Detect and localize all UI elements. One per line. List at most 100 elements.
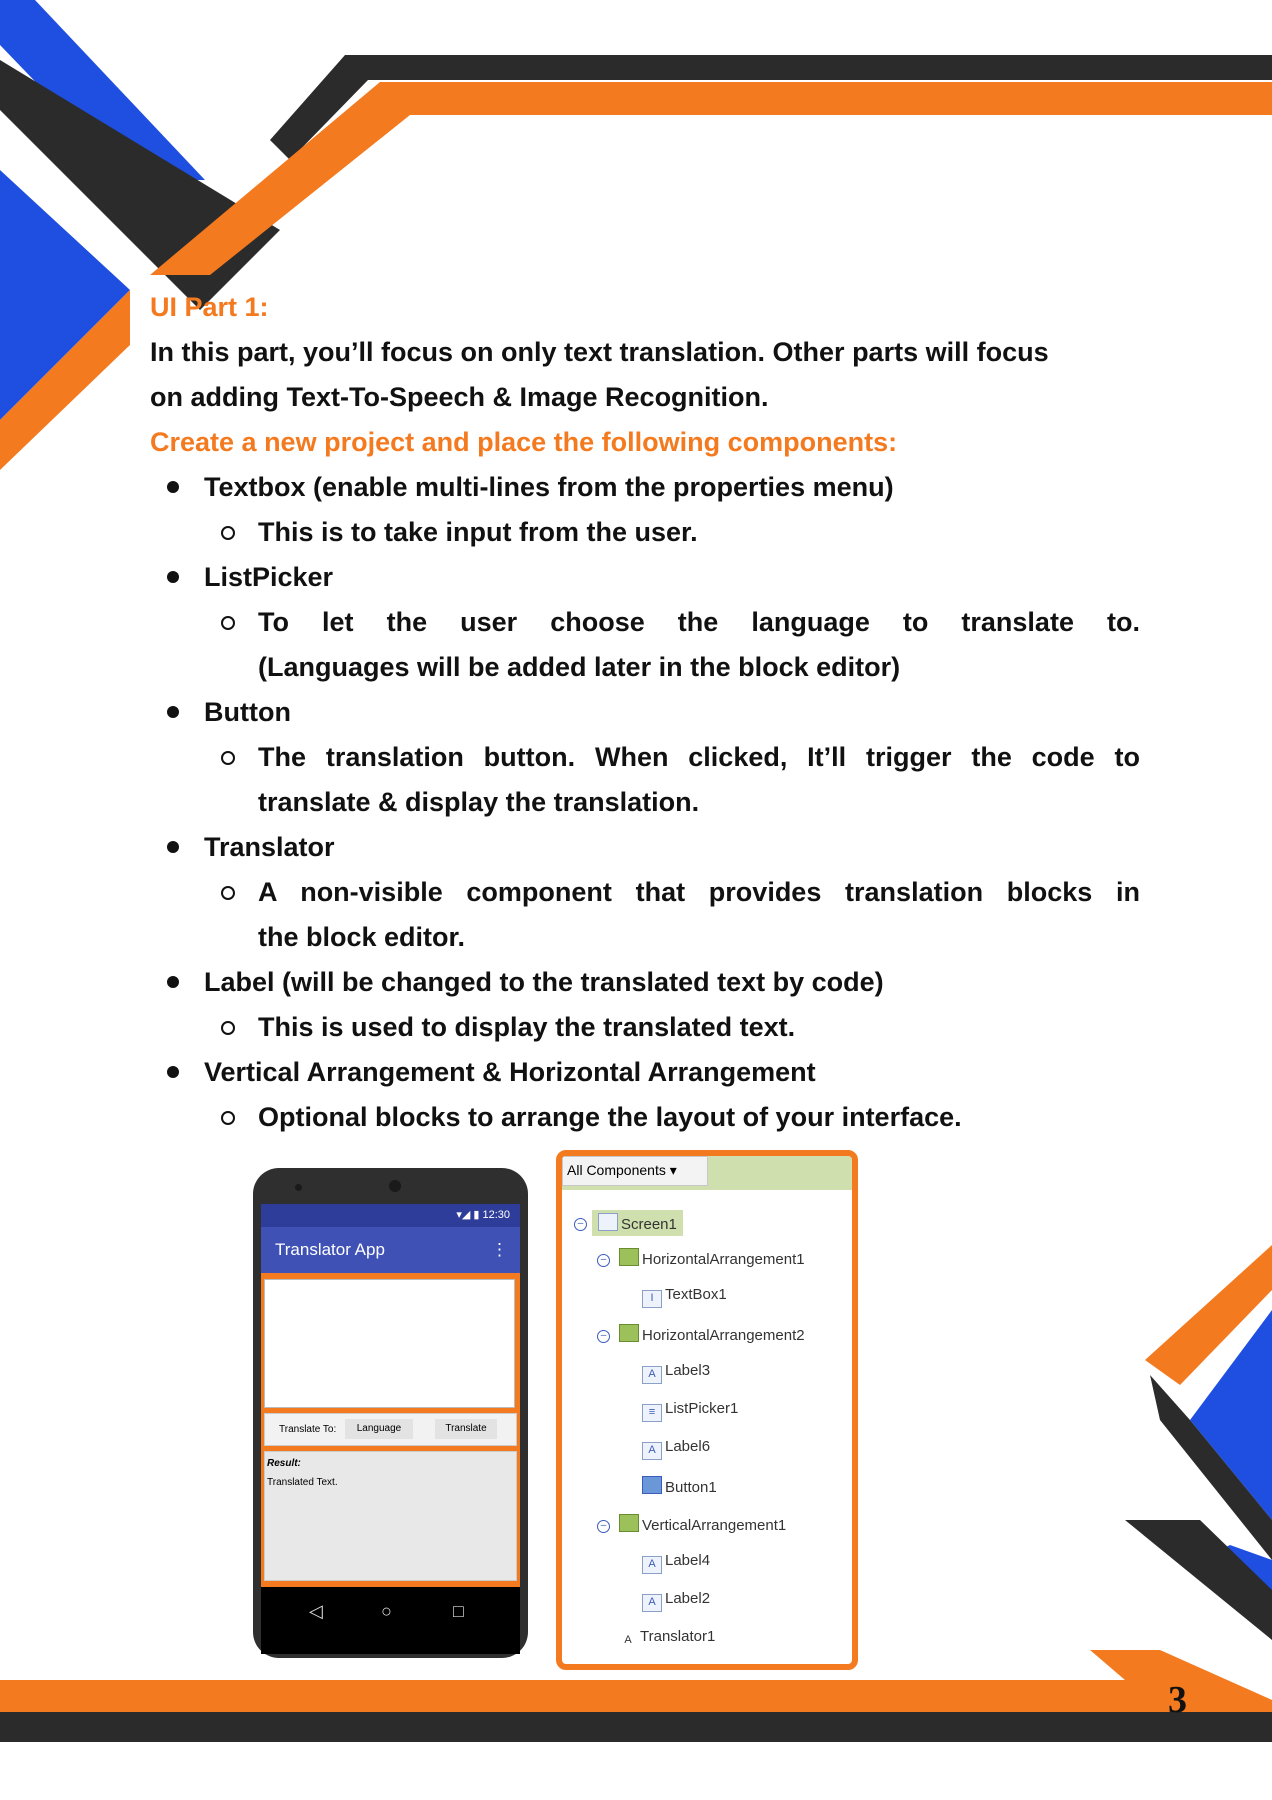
- signal-icon: ▾◢ ▮: [456, 1209, 483, 1221]
- intro-line-2: on adding Text-To-Speech & Image Recogni…: [150, 382, 769, 412]
- label-icon: A: [642, 1594, 662, 1612]
- result-label: Result:: [267, 1458, 301, 1469]
- tree-node-listpicker1[interactable]: ≡ ListPicker1: [642, 1400, 738, 1422]
- bullet-icon: [167, 706, 179, 718]
- tree-node-label6[interactable]: A Label6: [642, 1438, 710, 1460]
- sub-item-text: This is used to display the translated t…: [258, 1012, 796, 1042]
- sub-item-continuation: (Languages will be added later in the bl…: [258, 652, 901, 682]
- sub-item: To let the user choose the language to t…: [150, 600, 1140, 645]
- sub-item-continuation: the block editor.: [258, 922, 466, 952]
- components-tree-panel: All Components ▾ – Screen1 – HorizontalA…: [556, 1150, 858, 1670]
- bullet-icon: [167, 571, 179, 583]
- list-item: Textbox (enable multi-lines from the pro…: [150, 465, 1140, 510]
- result-arrangement: Result: Translated Text.: [264, 1451, 517, 1581]
- button-icon: [642, 1476, 662, 1494]
- back-icon[interactable]: ◁: [309, 1601, 323, 1622]
- app-body: Translate To: Language Translate Result:…: [261, 1273, 520, 1587]
- listpicker-icon: ≡: [642, 1404, 662, 1422]
- sub-bullet-icon: [221, 1021, 235, 1035]
- list-item: Vertical Arrangement & Horizontal Arrang…: [150, 1050, 1140, 1095]
- translate-to-label: Translate To:: [279, 1424, 337, 1435]
- bullet-icon: [167, 1066, 179, 1078]
- translate-button[interactable]: Translate: [435, 1419, 497, 1439]
- overflow-menu-icon[interactable]: ⋮: [491, 1227, 508, 1273]
- screen-icon: [598, 1213, 618, 1231]
- tree-node-translator1[interactable]: A Translator1: [619, 1628, 715, 1649]
- list-item-label: Vertical Arrangement & Horizontal Arrang…: [204, 1057, 816, 1087]
- list-item-label: ListPicker: [204, 562, 334, 592]
- sub-item: This is used to display the translated t…: [150, 1005, 1140, 1050]
- list-item: Translator: [150, 825, 1140, 870]
- list-item: ListPicker: [150, 555, 1140, 600]
- tree-node-textbox1[interactable]: I TextBox1: [642, 1286, 727, 1308]
- horizontal-arrangement: Translate To: Language Translate: [264, 1413, 517, 1446]
- sub-bullet-icon: [221, 616, 235, 630]
- horizontal-arrangement-icon: [619, 1248, 639, 1266]
- phone-sensor: [295, 1184, 302, 1191]
- app-bar: Translator App ⋮: [261, 1227, 520, 1273]
- page-number: 3: [1168, 1679, 1187, 1721]
- sub-item-text: Optional blocks to arrange the layout of…: [258, 1102, 962, 1132]
- sub-item-text: This is to take input from the user.: [258, 517, 698, 547]
- list-item-label: Translator: [204, 832, 335, 862]
- nav-bar: ◁ ○ □: [261, 1587, 520, 1650]
- sub-item: Optional blocks to arrange the layout of…: [150, 1095, 1140, 1140]
- status-bar: ▾◢ ▮ 12:30: [261, 1204, 520, 1227]
- tree-node-label4[interactable]: A Label4: [642, 1552, 710, 1574]
- sub-item-text: The translation button. When clicked, It…: [258, 742, 1140, 772]
- label-icon: A: [642, 1442, 662, 1460]
- home-icon[interactable]: ○: [381, 1601, 392, 1622]
- all-components-dropdown[interactable]: All Components ▾: [562, 1156, 708, 1186]
- list-item: Label (will be changed to the translated…: [150, 960, 1140, 1005]
- bullet-icon: [167, 976, 179, 988]
- collapse-icon[interactable]: –: [597, 1254, 610, 1267]
- textbox-input[interactable]: [264, 1279, 515, 1408]
- recents-icon[interactable]: □: [453, 1601, 464, 1622]
- sub-item: The translation button. When clicked, It…: [150, 735, 1140, 780]
- dark-stripe-bottom: [0, 1712, 1272, 1742]
- tree-node-label2[interactable]: A Label2: [642, 1590, 710, 1612]
- list-item-label: Button: [204, 697, 291, 727]
- dark-stripe-bottom-right: [1125, 1520, 1272, 1640]
- sub-bullet-icon: [221, 526, 235, 540]
- phone-screen: ▾◢ ▮ 12:30 Translator App ⋮ Translate To…: [261, 1204, 520, 1654]
- app-title: Translator App: [275, 1240, 385, 1259]
- translated-text-label: Translated Text.: [267, 1477, 338, 1488]
- tree-node-ha1[interactable]: HorizontalArrangement1: [619, 1248, 805, 1268]
- vertical-arrangement-icon: [619, 1514, 639, 1532]
- status-time: 12:30: [482, 1209, 510, 1221]
- tree-node-va1[interactable]: VerticalArrangement1: [619, 1514, 786, 1534]
- tree-node-ha2[interactable]: HorizontalArrangement2: [619, 1324, 805, 1344]
- sub-item: A non-visible component that provides tr…: [150, 870, 1140, 915]
- tree-node-label3[interactable]: A Label3: [642, 1362, 710, 1384]
- translator-icon: A: [624, 1634, 632, 1646]
- tree-node-button1[interactable]: Button1: [642, 1476, 717, 1496]
- phone-camera: [389, 1180, 401, 1192]
- sub-item: This is to take input from the user.: [150, 510, 1140, 555]
- collapse-icon[interactable]: –: [597, 1330, 610, 1343]
- sub-bullet-icon: [221, 886, 235, 900]
- label-icon: A: [642, 1366, 662, 1384]
- tree-node-screen1[interactable]: Screen1: [592, 1210, 683, 1236]
- label-icon: A: [642, 1556, 662, 1574]
- sub-item-text: A non-visible component that provides tr…: [258, 877, 1140, 907]
- bullet-icon: [167, 481, 179, 493]
- tree-header: All Components ▾: [562, 1156, 852, 1190]
- main-content: UI Part 1: In this part, you’ll focus on…: [150, 285, 1140, 1140]
- section-heading: UI Part 1:: [150, 292, 269, 322]
- collapse-icon[interactable]: –: [597, 1520, 610, 1533]
- sub-item-text: To let the user choose the language to t…: [258, 607, 1140, 637]
- language-listpicker-button[interactable]: Language: [345, 1419, 413, 1439]
- sub-bullet-icon: [221, 1111, 235, 1125]
- sub-bullet-icon: [221, 751, 235, 765]
- list-item: Button: [150, 690, 1140, 735]
- intro-line-1: In this part, you’ll focus on only text …: [150, 337, 1049, 367]
- collapse-icon[interactable]: –: [574, 1218, 587, 1231]
- textbox-icon: I: [642, 1290, 662, 1308]
- bullet-icon: [167, 841, 179, 853]
- horizontal-arrangement-icon: [619, 1324, 639, 1342]
- list-item-label: Textbox (enable multi-lines from the pro…: [204, 472, 894, 502]
- list-item-label: Label (will be changed to the translated…: [204, 967, 884, 997]
- instruction-text: Create a new project and place the follo…: [150, 427, 898, 457]
- sub-item-continuation: translate & display the translation.: [258, 787, 700, 817]
